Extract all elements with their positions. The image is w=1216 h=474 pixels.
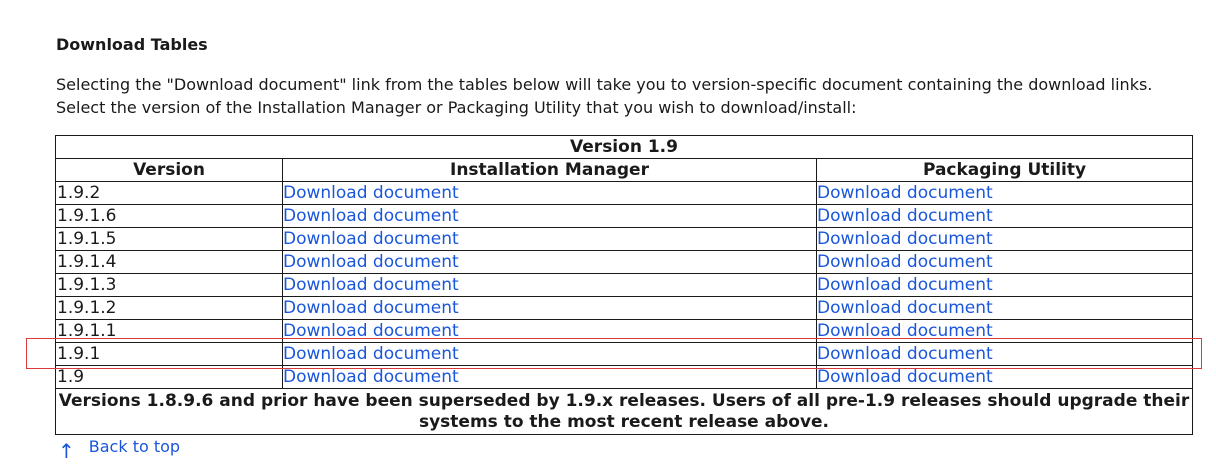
pu-download-link[interactable]: Download document: [818, 252, 993, 272]
column-header-version: Version: [55, 158, 283, 182]
table-row: 1.9.2 Download document Download documen…: [55, 181, 1194, 205]
pu-download-link[interactable]: Download document: [818, 229, 993, 249]
pu-download-link[interactable]: Download document: [818, 367, 993, 387]
column-header-installation-manager: Installation Manager: [282, 158, 817, 182]
table-caption: Version 1.9: [54, 135, 1194, 159]
table-row: 1.9.1.1 Download document Download docum…: [55, 319, 1194, 343]
version-cell: 1.9: [55, 365, 283, 389]
im-download-link[interactable]: Download document: [284, 367, 459, 387]
table-row: 1.9.1.5 Download document Download docum…: [55, 227, 1194, 251]
im-download-link[interactable]: Download document: [284, 275, 459, 295]
pu-download-link[interactable]: Download document: [818, 298, 993, 318]
version-cell: 1.9.1.2: [55, 296, 283, 320]
section-heading: Download Tables: [56, 35, 208, 54]
version-cell: 1.9.1.6: [55, 204, 283, 228]
table-row: 1.9.1.2 Download document Download docum…: [55, 296, 1194, 320]
im-download-link[interactable]: Download document: [284, 298, 459, 318]
im-download-link[interactable]: Download document: [284, 252, 459, 272]
pu-download-link[interactable]: Download document: [818, 206, 993, 226]
version-cell: 1.9.1: [55, 342, 283, 366]
im-download-link[interactable]: Download document: [284, 344, 459, 364]
table-row: 1.9.1.3 Download document Download docum…: [55, 273, 1194, 297]
version-cell: 1.9.2: [55, 181, 283, 205]
version-cell: 1.9.1.4: [55, 250, 283, 274]
version-cell: 1.9.1.5: [55, 227, 283, 251]
im-download-link[interactable]: Download document: [284, 229, 459, 249]
table-footer-note: Versions 1.8.9.6 and prior have been sup…: [54, 388, 1194, 435]
pu-download-link[interactable]: Download document: [818, 183, 993, 203]
table-row: 1.9.1 Download document Download documen…: [55, 342, 1194, 366]
table-row: 1.9 Download document Download document: [55, 365, 1194, 389]
arrow-up-icon: ↑: [58, 439, 75, 463]
column-header-packaging-utility: Packaging Utility: [815, 158, 1194, 182]
pu-download-link[interactable]: Download document: [818, 321, 993, 341]
version-cell: 1.9.1.3: [55, 273, 283, 297]
intro-paragraph: Selecting the "Download document" link f…: [56, 75, 1153, 117]
im-download-link[interactable]: Download document: [284, 206, 459, 226]
pu-download-link[interactable]: Download document: [818, 275, 993, 295]
table-row: 1.9.1.6 Download document Download docum…: [55, 204, 1194, 228]
im-download-link[interactable]: Download document: [284, 183, 459, 203]
im-download-link[interactable]: Download document: [284, 321, 459, 341]
back-to-top-label: Back to top: [88, 437, 181, 456]
back-to-top-link[interactable]: ↑ Back to top: [58, 436, 181, 462]
table-row: 1.9.1.4 Download document Download docum…: [55, 250, 1194, 274]
pu-download-link[interactable]: Download document: [818, 344, 993, 364]
download-table: Version 1.9 Version Installation Manager…: [54, 135, 1194, 435]
version-cell: 1.9.1.1: [55, 319, 283, 343]
